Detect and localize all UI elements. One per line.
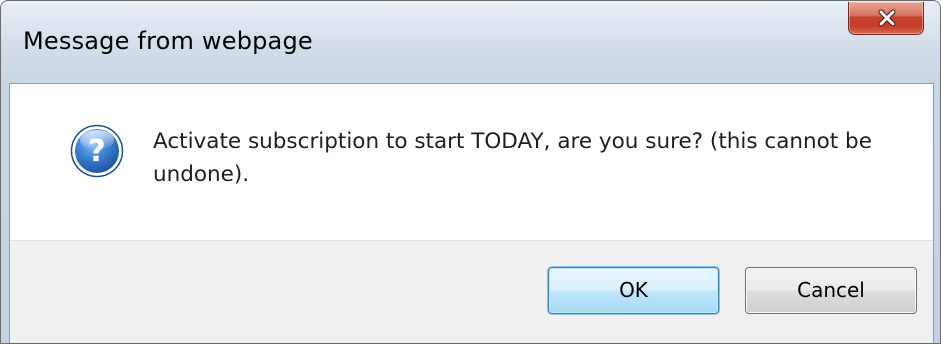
dialog-message: Activate subscription to start TODAY, ar… [153,129,872,187]
close-button[interactable] [848,2,924,35]
close-icon [878,9,896,27]
ok-button[interactable]: OK [548,267,719,314]
dialog-body: ? Activate subscription to start TODAY, … [9,83,934,343]
dialog-window: Message from webpage ? Activate subscrip… [0,0,941,344]
message-area: ? Activate subscription to start TODAY, … [10,84,933,240]
title-bar[interactable]: Message from webpage [1,1,940,83]
cancel-button[interactable]: Cancel [745,267,917,314]
button-bar: OK Cancel [10,240,933,343]
svg-text:?: ? [88,134,105,169]
question-icon: ? [70,124,124,178]
window-title: Message from webpage [23,27,313,55]
